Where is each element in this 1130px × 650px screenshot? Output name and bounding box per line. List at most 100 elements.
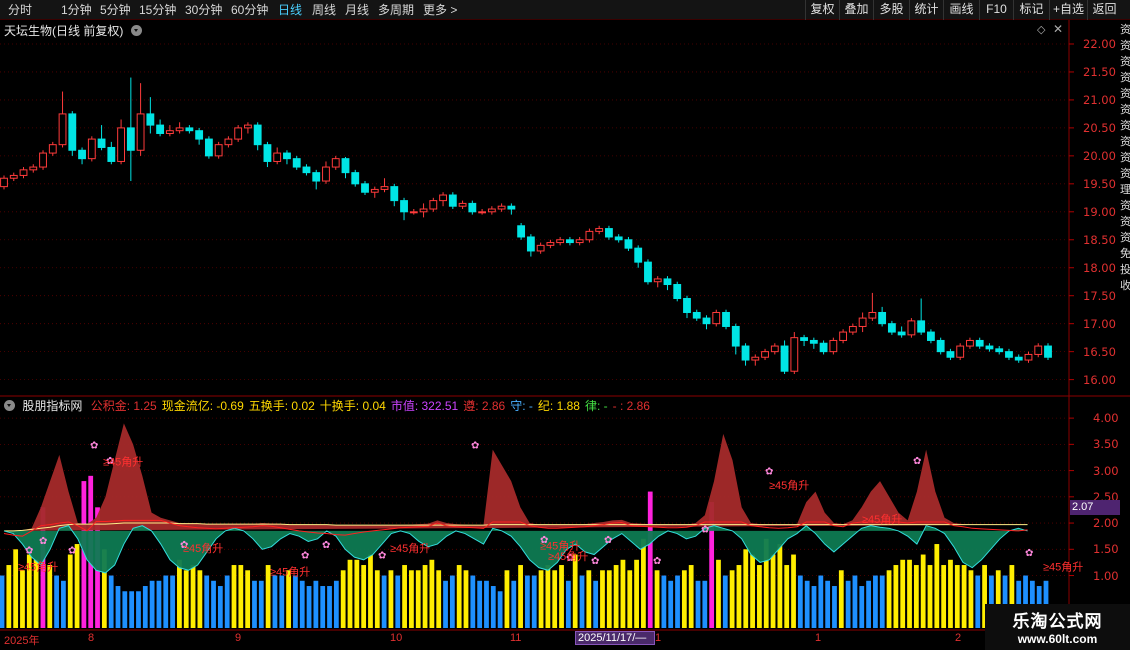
candle-body bbox=[48, 144, 57, 154]
indicator-bar bbox=[627, 570, 633, 628]
pink-flower-icon: ✿ bbox=[471, 440, 479, 451]
candle-body bbox=[341, 158, 350, 174]
angle-annotation: ≥45角升 bbox=[390, 542, 430, 555]
indicator-bar bbox=[811, 586, 817, 628]
indicator-bar bbox=[409, 570, 414, 628]
indicator-bar bbox=[306, 586, 312, 628]
candle-body bbox=[107, 146, 116, 162]
indicator-bar bbox=[954, 565, 960, 628]
candle-body bbox=[39, 152, 47, 168]
indicator-bar bbox=[852, 575, 858, 628]
diamond-icon[interactable]: ◇ bbox=[1037, 23, 1045, 36]
indicator-bar bbox=[415, 570, 421, 628]
indicator-dropdown-icon[interactable] bbox=[4, 400, 15, 411]
indicator-bar bbox=[845, 580, 851, 628]
indicator-bar bbox=[866, 580, 871, 628]
indicator-tick-label: 2.00 bbox=[1093, 516, 1119, 531]
indicator-bar bbox=[443, 580, 448, 628]
indicator-bar bbox=[893, 565, 899, 628]
candle-body bbox=[722, 311, 730, 327]
indicator-field: 遵: 2.86 bbox=[463, 399, 506, 413]
indicator-bar bbox=[122, 591, 128, 628]
candle-body bbox=[751, 356, 760, 361]
angle-annotation: ≥45角升 bbox=[103, 455, 143, 468]
candle-body bbox=[370, 188, 379, 193]
candle-body bbox=[692, 311, 701, 319]
indicator-bar bbox=[463, 570, 469, 628]
indicator-bar bbox=[552, 570, 558, 628]
date-tick-label: 11 bbox=[510, 632, 522, 644]
candle-body bbox=[839, 331, 848, 341]
right-side-text: 资资资资资资资资资资理资资资免投收 bbox=[1120, 24, 1130, 292]
pink-flower-icon: ✿ bbox=[90, 440, 98, 451]
indicator-bar bbox=[511, 580, 517, 628]
date-tick-label: 1 bbox=[815, 632, 822, 644]
indicator-bar bbox=[156, 580, 162, 628]
candle-body bbox=[897, 331, 906, 336]
pink-flower-icon: ✿ bbox=[591, 556, 599, 567]
price-tick-label: 20.50 bbox=[1083, 120, 1116, 135]
indicator-bar bbox=[484, 580, 489, 628]
candle-body bbox=[0, 177, 8, 188]
close-icon[interactable]: ✕ bbox=[1053, 22, 1063, 36]
indicator-bar bbox=[313, 580, 319, 628]
indicator-name: 股朋指标网 bbox=[22, 399, 83, 413]
angle-annotation: ≥45角升 bbox=[18, 560, 58, 573]
indicator-bar bbox=[293, 575, 298, 628]
indicator-bar bbox=[920, 554, 926, 628]
candle-body bbox=[907, 320, 916, 336]
candle-body bbox=[419, 208, 428, 213]
indicator-bar bbox=[204, 575, 210, 628]
price-tick-label: 21.50 bbox=[1083, 64, 1116, 79]
candle-body bbox=[68, 113, 77, 151]
candle-body bbox=[536, 244, 545, 252]
price-tick-label: 16.50 bbox=[1083, 344, 1116, 359]
indicator-bar bbox=[668, 580, 674, 628]
candle-body bbox=[244, 124, 252, 129]
pink-flower-icon: ✿ bbox=[604, 535, 612, 546]
indicator-bar bbox=[340, 570, 346, 628]
current-value-box: 2.07 bbox=[1070, 500, 1120, 515]
indicator-bar bbox=[606, 570, 612, 628]
indicator-info-bar: 股朋指标网 公积金: 1.25 现金流亿: -0.69 五换手: 0.02 十换手: … bbox=[0, 397, 1070, 413]
price-tick-label: 19.00 bbox=[1083, 204, 1116, 219]
indicator-tick-label: 3.50 bbox=[1093, 437, 1119, 452]
watermark-url: www.60lt.com bbox=[1017, 632, 1098, 646]
indicator-bar bbox=[886, 570, 892, 628]
indicator-bar bbox=[470, 575, 476, 628]
indicator-bar bbox=[286, 570, 291, 628]
candle-body bbox=[263, 144, 272, 162]
indicator-bar bbox=[681, 570, 687, 628]
indicator-bar bbox=[531, 575, 537, 628]
candle-body bbox=[9, 174, 18, 179]
indicator-bar bbox=[211, 580, 216, 628]
candle-body bbox=[117, 127, 125, 162]
indicator-bar bbox=[497, 591, 503, 628]
indicator-bar bbox=[177, 559, 182, 628]
candle-body bbox=[605, 228, 613, 238]
candle-body bbox=[595, 228, 604, 232]
indicator-field: 现金流亿: -0.69 bbox=[161, 399, 244, 413]
candle-body bbox=[809, 339, 818, 344]
candle-body bbox=[800, 337, 808, 341]
indicator-bar bbox=[927, 565, 933, 628]
indicator-bar bbox=[641, 538, 646, 628]
angle-annotation: ≥45角升 bbox=[270, 566, 310, 579]
candle-body bbox=[761, 351, 769, 358]
chart-canvas[interactable]: ✿✿✿✿✿✿✿✿✿✿✿✿ ✿✿✿✿✿✿✿≥45角升≥45角升≥45角升≥45角升 ≥… bbox=[0, 0, 1130, 650]
indicator-bar bbox=[272, 575, 278, 628]
indicator-bar bbox=[504, 570, 510, 628]
candle-body bbox=[185, 127, 194, 132]
angle-annotation: ≥45角升 bbox=[548, 550, 588, 563]
candle-body bbox=[585, 230, 594, 241]
candle-body bbox=[780, 345, 789, 372]
pink-flower-icon: ✿ bbox=[25, 545, 33, 556]
indicator-bar bbox=[388, 570, 394, 628]
indicator-bar bbox=[716, 559, 721, 628]
candle-body bbox=[19, 169, 28, 176]
angle-annotation: ≥45角升 bbox=[183, 542, 223, 555]
candle-body bbox=[234, 127, 243, 140]
date-tick-label: 2025年 bbox=[4, 635, 40, 647]
indicator-bar bbox=[436, 570, 442, 628]
title-dropdown-icon[interactable] bbox=[130, 25, 142, 36]
